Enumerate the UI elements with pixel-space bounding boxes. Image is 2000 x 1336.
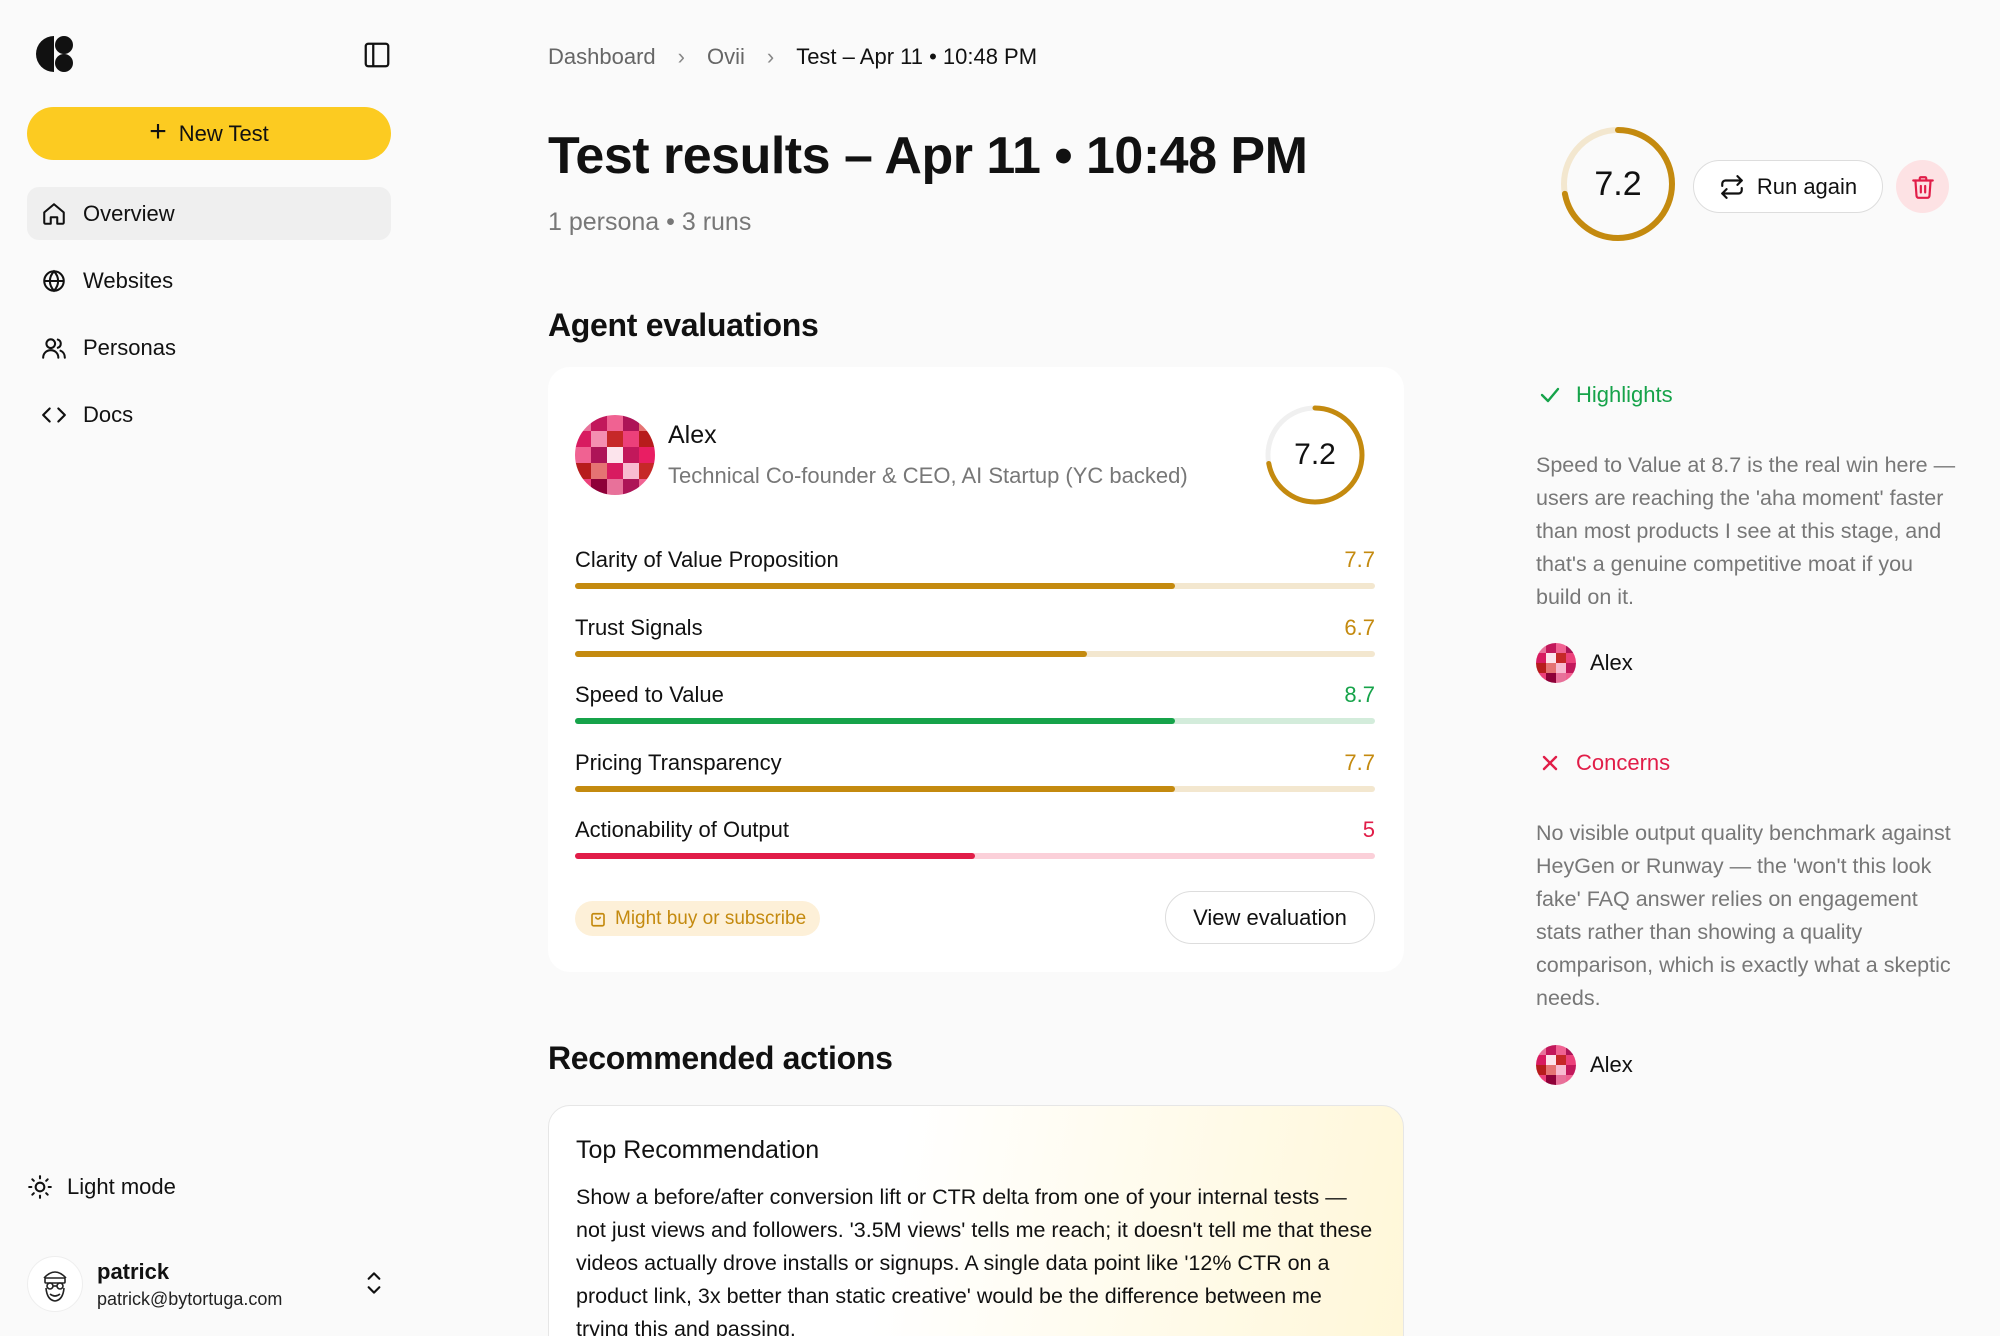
- check-icon: [1540, 387, 1560, 403]
- metric-row: Trust Signals 6.7: [575, 615, 1375, 683]
- recommendation-body: Show a before/after conversion lift or C…: [576, 1185, 1373, 1336]
- metric-row: Speed to Value 8.7: [575, 682, 1375, 750]
- highlights-text: Speed to Value at 8.7 is the real win he…: [1536, 453, 1956, 609]
- agent-evaluations-title: Agent evaluations: [548, 307, 819, 343]
- globe-icon: [43, 269, 65, 292]
- sidebar: + New Test Overview Websites Personas Do…: [0, 0, 420, 1336]
- avatar: [1536, 1045, 1576, 1085]
- view-evaluation-button[interactable]: View evaluation: [1165, 891, 1375, 944]
- metric-track: [575, 650, 1375, 657]
- user-email: patrick@bytortuga.com: [97, 1288, 283, 1309]
- concerns-header: Concerns: [1538, 750, 1670, 776]
- breadcrumb: Dashboard › Ovii › Test – Apr 11 • 10:48…: [548, 44, 1037, 70]
- light-mode-label: Light mode: [67, 1174, 176, 1199]
- sidebar-item-label: Overview: [83, 200, 175, 226]
- concerns-text: No visible output quality benchmark agai…: [1536, 821, 1951, 1010]
- page-subtitle: 1 persona • 3 runs: [548, 208, 752, 236]
- new-test-label: New Test: [178, 120, 269, 146]
- breadcrumb-project[interactable]: Ovii: [707, 44, 745, 70]
- user-menu[interactable]: patrick patrick@bytortuga.com: [27, 1254, 391, 1314]
- bag-icon: [591, 912, 605, 927]
- overall-score-ring: 7.2: [1558, 124, 1678, 244]
- concerns-title: Concerns: [1576, 750, 1671, 775]
- sidebar-item-personas[interactable]: Personas: [27, 321, 391, 374]
- metric-bar: [575, 718, 1175, 724]
- highlights-author: Alex: [1536, 643, 1633, 683]
- recommended-actions-title: Recommended actions: [548, 1040, 893, 1076]
- agent-score-value: 7.2: [1294, 438, 1336, 471]
- page-title: Test results – Apr 11 • 10:48 PM: [548, 127, 1308, 185]
- recommendation-card: Top Recommendation Show a before/after c…: [548, 1105, 1404, 1336]
- metric-bar: [575, 650, 1087, 657]
- overall-score-value: 7.2: [1594, 164, 1642, 203]
- metric-track: [575, 583, 1375, 589]
- metric-label: Actionability of Output: [575, 817, 790, 842]
- user-name: patrick: [97, 1258, 170, 1284]
- new-test-button[interactable]: + New Test: [27, 107, 391, 160]
- sidebar-item-label: Personas: [83, 334, 176, 360]
- metric-row: Pricing Transparency 7.7: [575, 750, 1375, 818]
- metric-track: [575, 785, 1375, 792]
- agent-role: Technical Co-founder & CEO, AI Startup (…: [668, 463, 1188, 488]
- close-icon: [1542, 755, 1558, 771]
- metric-label: Pricing Transparency: [575, 749, 782, 775]
- trash-icon: [1911, 175, 1934, 199]
- sidebar-nav: Overview Websites Personas Docs: [27, 187, 391, 455]
- metric-list: Clarity of Value Proposition 7.7 Trust S…: [575, 547, 1375, 885]
- plus-icon: +: [149, 115, 167, 148]
- sun-icon: [28, 1175, 52, 1199]
- breadcrumb-dashboard[interactable]: Dashboard: [548, 44, 656, 70]
- metric-track: [575, 853, 1375, 859]
- agent-score-ring: 7.2: [1263, 403, 1367, 507]
- breadcrumb-current: Test – Apr 11 • 10:48 PM: [796, 44, 1038, 69]
- metric-bar: [575, 853, 975, 859]
- metric-label: Speed to Value: [575, 682, 724, 707]
- metric-score: 7.7: [1344, 547, 1375, 572]
- recommendation-title: Top Recommendation: [576, 1136, 820, 1164]
- sidebar-item-label: Docs: [83, 401, 134, 427]
- metric-bar: [575, 583, 1175, 589]
- highlights-author-name: Alex: [1590, 650, 1633, 675]
- agent-avatar[interactable]: [575, 415, 655, 495]
- metric-bar: [575, 785, 1175, 792]
- status-badge: Might buy or subscribe: [575, 901, 821, 936]
- metric-row: Clarity of Value Proposition 7.7: [575, 547, 1375, 615]
- highlights-header: Highlights: [1538, 382, 1673, 408]
- run-again-button[interactable]: Run again: [1693, 160, 1883, 213]
- metric-label: Trust Signals: [575, 614, 703, 640]
- highlights-title: Highlights: [1576, 382, 1673, 407]
- chevron-right-icon: ›: [677, 44, 685, 69]
- avatar: [1536, 643, 1576, 683]
- metric-score: 8.7: [1344, 682, 1375, 707]
- metric-label: Clarity of Value Proposition: [575, 547, 839, 572]
- metric-track: [575, 718, 1375, 724]
- agent-card: Alex Technical Co-founder & CEO, AI Star…: [548, 367, 1404, 972]
- code-icon: [42, 406, 66, 423]
- app-logo[interactable]: [34, 34, 74, 74]
- concerns-author-name: Alex: [1590, 1052, 1633, 1077]
- agent-name: Alex: [668, 421, 717, 449]
- sidebar-item-overview[interactable]: Overview: [27, 187, 391, 240]
- home-icon: [43, 202, 65, 225]
- repeat-icon: [1721, 174, 1743, 199]
- metric-score: 6.7: [1344, 614, 1375, 640]
- metric-score: 5: [1362, 817, 1375, 842]
- run-again-label: Run again: [1756, 173, 1858, 199]
- metric-score: 7.7: [1344, 749, 1375, 775]
- chevron-right-icon: ›: [766, 44, 775, 69]
- sidebar-toggle-icon[interactable]: [362, 40, 392, 70]
- chevron-up-down-icon[interactable]: [361, 1268, 387, 1298]
- concerns-author: Alex: [1536, 1045, 1633, 1085]
- sidebar-item-docs[interactable]: Docs: [27, 388, 391, 441]
- light-mode-toggle[interactable]: Light mode: [27, 1174, 176, 1200]
- avatar: [27, 1256, 83, 1312]
- metric-row: Actionability of Output 5: [575, 817, 1375, 885]
- users-icon: [42, 337, 66, 359]
- sidebar-item-websites[interactable]: Websites: [27, 254, 391, 307]
- delete-button[interactable]: [1896, 160, 1949, 213]
- user-avatar-icon: [43, 1271, 67, 1302]
- status-badge-label: Might buy or subscribe: [615, 907, 807, 929]
- sidebar-item-label: Websites: [83, 267, 174, 293]
